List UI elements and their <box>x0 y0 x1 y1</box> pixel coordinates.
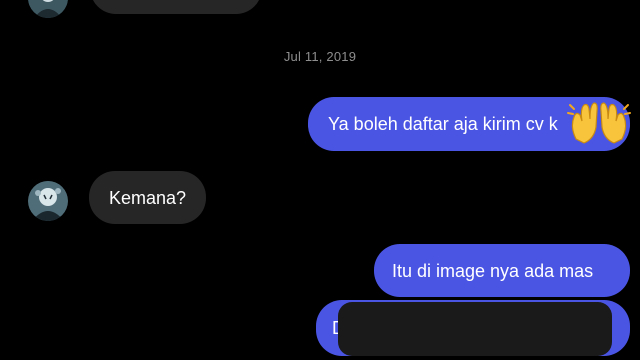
contact-avatar[interactable] <box>28 0 68 18</box>
message-text: Kemana? <box>109 187 187 208</box>
incoming-message-bubble[interactable] <box>90 0 262 14</box>
date-separator: Jul 11, 2019 <box>283 49 357 64</box>
contact-avatar[interactable] <box>28 181 68 221</box>
chat-screen: Jul 11, 2019 Ya boleh daftar aja kirim c… <box>0 0 640 360</box>
redaction-box <box>338 302 612 356</box>
outgoing-message-bubble[interactable]: Itu di image nya ada mas <box>374 244 630 297</box>
message-text: Ya boleh daftar aja kirim cv k <box>328 114 558 134</box>
raising-hands-emoji-icon <box>567 102 631 144</box>
message-text: Itu di image nya ada mas <box>392 260 594 281</box>
incoming-message-bubble[interactable]: Kemana? <box>89 171 206 224</box>
